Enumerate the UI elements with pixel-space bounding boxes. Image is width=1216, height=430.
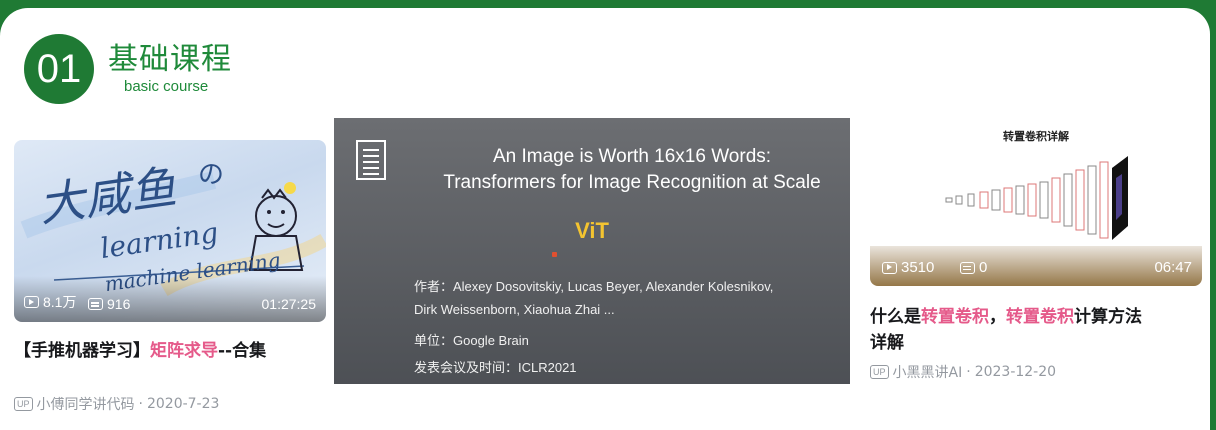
video-thumbnail-2[interactable]: An Image is Worth 16x16 Words: Transform… [334,118,850,384]
uploader-meta-3[interactable]: UP 小黑黑讲AI · 2023-12-20 [870,362,1056,382]
title-text: 详解 [870,333,904,353]
play-count-icon [882,261,897,274]
uploader-icon: UP [870,365,889,379]
play-count-icon [24,296,39,308]
title-text: 计算方法 [1074,307,1142,327]
title-highlight: 转置卷积 [1006,307,1074,327]
slide-title-line2: Transformers for Image Recognition at Sc… [443,172,821,193]
title-highlight: 转置卷积 [921,307,989,327]
slide-title: An Image is Worth 16x16 Words: Transform… [424,144,840,196]
title-text: --合集 [218,341,267,361]
title-text: 什么是 [870,307,921,327]
uploader-name: 小傅同学讲代码 [36,397,135,413]
view-count-value: 8.1万 [43,294,77,310]
danmaku-count: 0 [960,259,987,276]
separator-dot: · [966,364,971,380]
danmaku-count: 916 [88,296,130,312]
video-thumbnail-1[interactable]: 大咸鱼 の learning machine learning 8.1万 916… [14,140,326,322]
video-title-1[interactable]: 【手推机器学习】矩阵求导--合集 [14,338,334,364]
laser-pointer-dot [552,252,557,257]
upload-date: 2020-7-23 [146,396,220,412]
section-subtitle: basic course [124,78,209,95]
uploader-icon: UP [14,397,33,411]
view-count: 8.1万 [24,292,76,312]
uploader-meta-1[interactable]: UP 小傅同学讲代码 · 2020-7-23 [14,394,219,414]
danmaku-icon [88,298,103,310]
video-thumbnail-3[interactable]: 转置卷积详解 3510 0 06:47 [870,118,1202,286]
slide-venue: 发表会议及时间：ICLR2021 [414,360,577,375]
video-title-3[interactable]: 什么是转置卷积，转置卷积计算方法 详解 [870,304,1190,356]
document-icon [356,140,386,180]
section-number-badge: 01 [24,34,94,104]
section-title: 基础课程 [108,42,232,77]
video-duration: 01:27:25 [261,296,317,312]
upload-date: 2023-12-20 [974,364,1057,380]
title-text: ， [989,307,1006,327]
slide-title-line1: An Image is Worth 16x16 Words: [492,146,772,167]
title-highlight: 矩阵求导 [150,341,218,361]
slide-affiliation: 单位：Google Brain [414,333,529,348]
separator-dot: · [138,396,143,412]
uploader-name: 小黑黑讲AI [892,365,963,381]
danmaku-count-value: 0 [979,259,988,276]
slide-authors-line2: Dirk Weissenborn, Xiaohua Zhai ... [414,302,615,317]
view-count: 3510 [882,259,934,276]
danmaku-icon [960,261,975,274]
danmaku-count-value: 916 [107,296,131,312]
thumb-handwriting-1b: の [198,160,225,190]
title-text: 【手推机器学习】 [14,341,150,361]
video-duration: 06:47 [1154,259,1192,276]
view-count-value: 3510 [901,259,935,276]
section-number: 01 [36,46,82,91]
slide-highlight: ViT [575,218,609,243]
slide-authors-line1: 作者：Alexey Dosovitskiy, Lucas Beyer, Alex… [414,279,774,294]
